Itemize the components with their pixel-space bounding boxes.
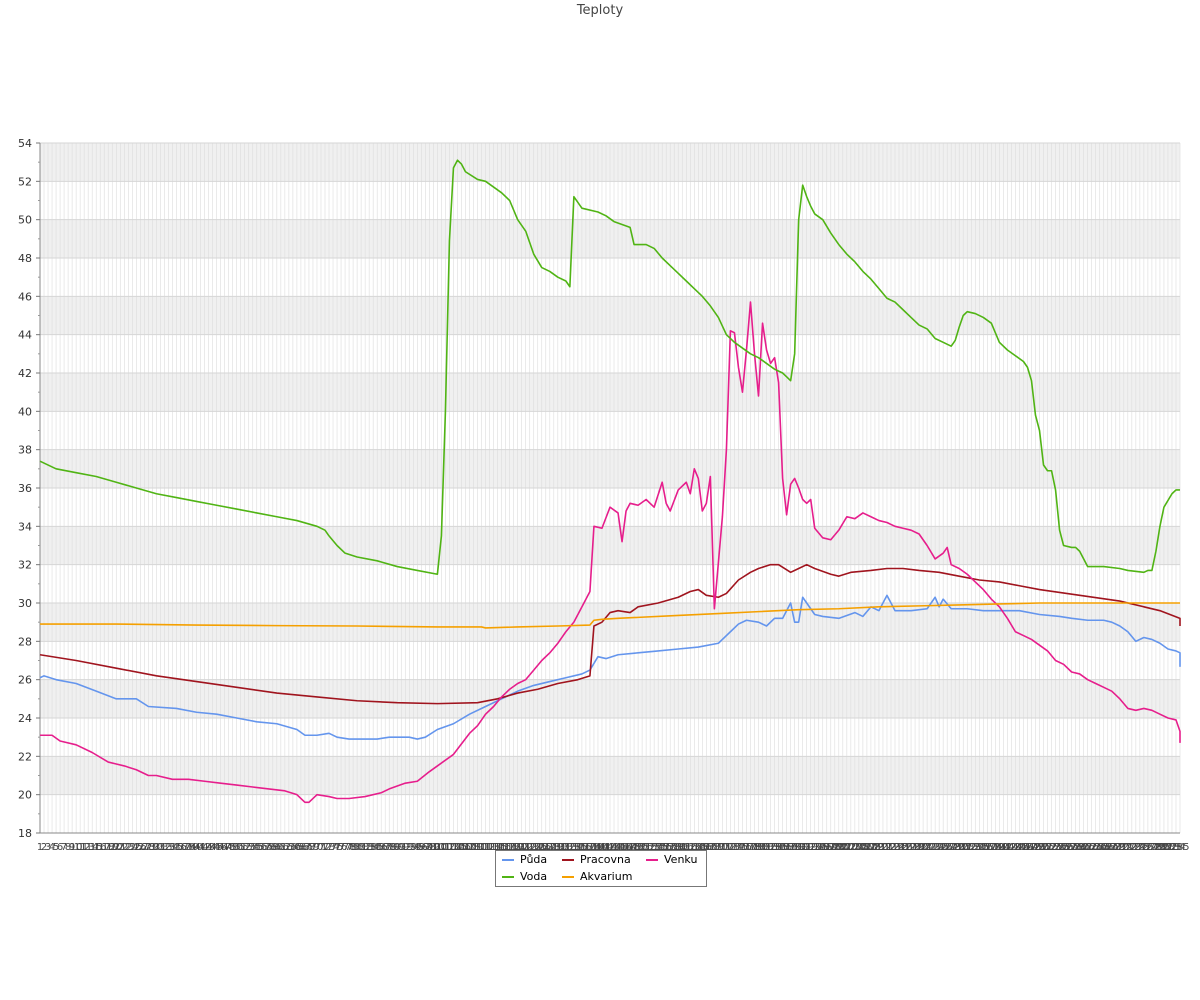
chart-legend: Půda Pracovna Venku Voda Akvarium	[495, 850, 707, 887]
x-tick-label: 285	[1170, 842, 1189, 853]
y-tick-label: 48	[18, 252, 32, 265]
y-tick-label: 50	[18, 214, 32, 227]
y-tick-label: 28	[18, 635, 32, 648]
legend-item: Voda	[502, 870, 547, 884]
y-tick-label: 26	[18, 674, 32, 687]
y-tick-label: 22	[18, 750, 32, 763]
y-axis-ticks: 18 20 22 24 26 28 30 32 34 36 38 40 42 44 46 48 50 52 54	[18, 137, 40, 840]
legend-item: Akvarium	[562, 870, 632, 884]
legend-swatch	[562, 859, 574, 861]
y-tick-label: 20	[18, 789, 32, 802]
legend-label: Voda	[520, 870, 548, 883]
y-tick-label: 38	[18, 444, 32, 457]
legend-label: Pracovna	[580, 853, 631, 866]
legend-swatch	[502, 876, 514, 878]
y-tick-label: 34	[18, 520, 32, 533]
legend-item: Venku	[646, 853, 697, 867]
y-tick-label: 36	[18, 482, 32, 495]
legend-swatch	[502, 859, 514, 861]
legend-label: Venku	[664, 853, 698, 866]
legend-swatch	[646, 859, 658, 861]
legend-item: Pracovna	[562, 853, 631, 867]
legend-swatch	[562, 876, 574, 878]
y-tick-label: 30	[18, 597, 32, 610]
y-tick-label: 40	[18, 405, 32, 418]
y-tick-label: 18	[18, 827, 32, 840]
y-tick-label: 24	[18, 712, 32, 725]
legend-item: Půda	[502, 853, 547, 867]
y-tick-label: 54	[18, 137, 32, 150]
legend-label: Půda	[520, 853, 548, 866]
y-tick-label: 32	[18, 559, 32, 572]
y-tick-label: 46	[18, 290, 32, 303]
y-tick-label: 42	[18, 367, 32, 380]
y-tick-label: 52	[18, 175, 32, 188]
y-tick-label: 44	[18, 329, 32, 342]
legend-label: Akvarium	[580, 870, 633, 883]
